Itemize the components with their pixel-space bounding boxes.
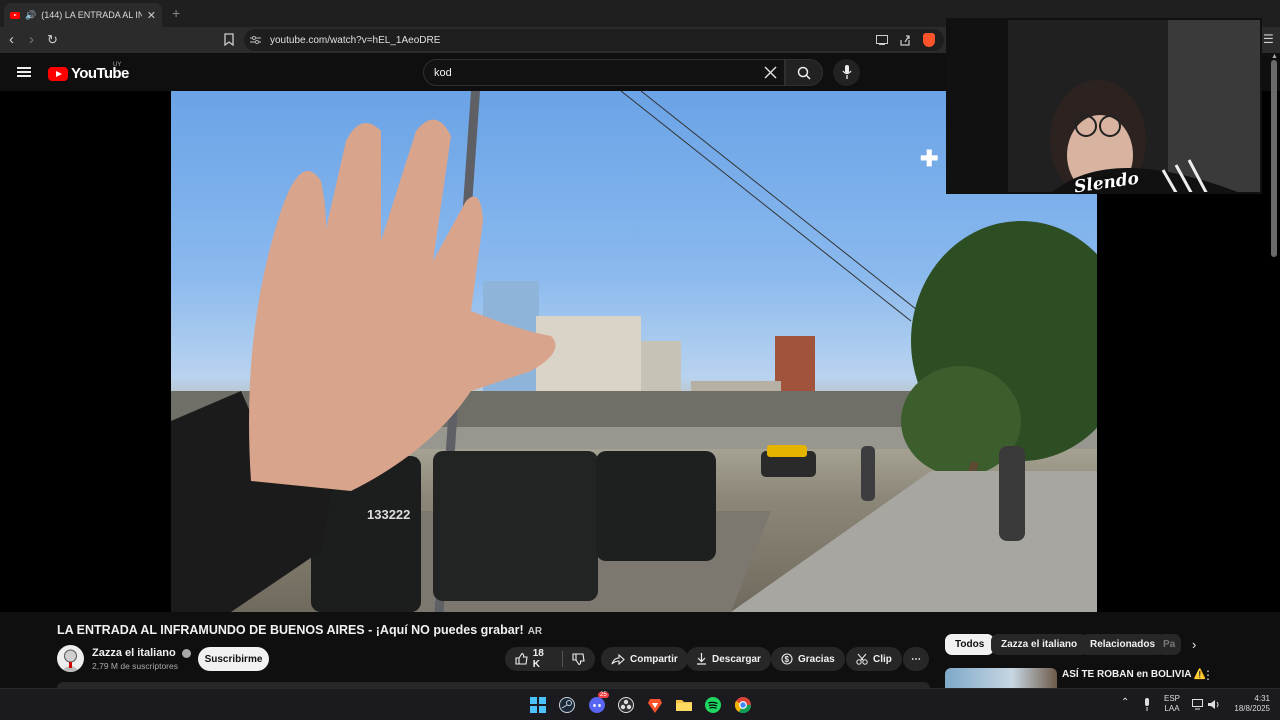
- input-language[interactable]: ESP LAA: [1164, 694, 1180, 714]
- thanks-label: Gracias: [798, 653, 835, 665]
- tray-overflow-icon[interactable]: ⌃: [1121, 697, 1129, 708]
- chrome-icon[interactable]: [735, 697, 751, 713]
- recommended-more-icon[interactable]: ⋮: [1202, 668, 1214, 682]
- subscriber-count: 2,79 M de suscriptores: [92, 661, 178, 671]
- chips-next-icon[interactable]: ›: [1192, 637, 1196, 652]
- chip-todos[interactable]: Todos: [945, 634, 995, 655]
- thanks-button[interactable]: $ Gracias: [771, 647, 845, 671]
- cast-icon[interactable]: [876, 35, 888, 45]
- video-title-text: LA ENTRADA AL INFRAMUNDO DE BUENOS AIRES…: [57, 623, 524, 637]
- search-icon: [797, 66, 811, 80]
- more-actions-icon: ⋯: [911, 653, 921, 665]
- share-page-icon[interactable]: [899, 34, 911, 46]
- tray-microphone-icon[interactable]: [1143, 698, 1151, 711]
- bookmark-icon[interactable]: [224, 33, 234, 46]
- windows-taskbar: 25 ⌃ ESP LAA 4:31 18/8/2025: [0, 688, 1280, 720]
- address-bar[interactable]: youtube.com/watch?v=hEL_1AeoDRE: [244, 29, 944, 51]
- discord-badge: 25: [598, 692, 609, 698]
- voice-search-button[interactable]: [833, 59, 860, 86]
- download-label: Descargar: [712, 653, 761, 665]
- crosshair-plus-icon: ✚: [920, 146, 939, 171]
- clear-search-icon[interactable]: [764, 66, 777, 79]
- file-explorer-icon[interactable]: [676, 697, 692, 713]
- url-text: youtube.com/watch?v=hEL_1AeoDRE: [270, 34, 441, 46]
- obs-icon[interactable]: [618, 697, 634, 713]
- brave-shields-icon[interactable]: [923, 33, 935, 47]
- new-tab-button[interactable]: +: [172, 5, 180, 21]
- volume-icon[interactable]: [1208, 699, 1220, 710]
- more-actions-button[interactable]: ⋯: [903, 647, 929, 671]
- site-settings-icon[interactable]: [250, 35, 261, 45]
- language-code: ESP: [1164, 694, 1181, 703]
- hamburger-menu-icon[interactable]: [17, 67, 31, 77]
- microphone-icon: [842, 65, 852, 79]
- channel-avatar-image: [61, 649, 80, 672]
- webcam-image: [948, 20, 1260, 192]
- country-code: UY: [113, 62, 122, 68]
- clip-button[interactable]: Clip: [846, 647, 902, 671]
- like-count: 18 K: [532, 648, 544, 670]
- webcam-overlay: [946, 18, 1262, 194]
- share-label: Compartir: [630, 653, 678, 665]
- channel-name[interactable]: Zazza el italiano: [92, 647, 191, 659]
- svg-text:$: $: [785, 655, 790, 664]
- share-button[interactable]: Compartir: [601, 647, 688, 671]
- thanks-dollar-icon: $: [781, 653, 793, 665]
- recommended-thumbnail[interactable]: [945, 668, 1057, 690]
- thumbs-down-icon[interactable]: [572, 653, 585, 665]
- spotify-icon[interactable]: [705, 697, 721, 713]
- youtube-play-logo-icon: [48, 66, 68, 81]
- clock-time: 4:31: [1254, 694, 1270, 703]
- browser-tab[interactable]: 🔊 (144) LA ENTRADA AL INFRAMUNDO ✕: [4, 3, 162, 27]
- subscribe-button[interactable]: Suscribirme: [198, 647, 269, 671]
- search-button[interactable]: [785, 59, 823, 86]
- brave-icon[interactable]: [647, 697, 663, 713]
- channel-avatar[interactable]: [57, 645, 84, 672]
- clip-label: Clip: [873, 653, 892, 665]
- video-title: LA ENTRADA AL INFRAMUNDO DE BUENOS AIRES…: [57, 623, 542, 637]
- download-button[interactable]: Descargar: [686, 647, 771, 671]
- back-icon[interactable]: ‹: [9, 31, 14, 49]
- reload-icon[interactable]: ↻: [47, 31, 58, 49]
- divider: [562, 651, 564, 667]
- close-tab-icon[interactable]: ✕: [147, 9, 156, 22]
- youtube-favicon-icon: [10, 11, 20, 19]
- forward-icon[interactable]: ›: [29, 31, 34, 49]
- page-scrollbar[interactable]: [1271, 60, 1277, 257]
- chip-channel[interactable]: Zazza el italiano: [991, 634, 1088, 655]
- steam-icon[interactable]: [559, 697, 575, 713]
- verified-icon: [181, 648, 191, 658]
- scroll-up-icon[interactable]: ▲: [1271, 53, 1278, 60]
- menu-icon[interactable]: ☰: [1263, 30, 1274, 48]
- download-icon: [697, 653, 706, 665]
- channel-name-text: Zazza el italiano: [92, 647, 176, 659]
- chip-partial[interactable]: Pa: [1157, 634, 1181, 655]
- share-arrow-icon: [611, 653, 625, 665]
- bin-number-text: 133222: [367, 507, 410, 522]
- keyboard-layout: LAA: [1164, 704, 1180, 713]
- clock-date: 18/8/2025: [1234, 704, 1270, 713]
- recommended-title[interactable]: ASÍ TE ROBAN en BOLIVIA ⚠️: [1062, 669, 1206, 680]
- windows-start-icon[interactable]: [530, 697, 546, 713]
- discord-icon[interactable]: 25: [589, 692, 609, 713]
- speaker-icon[interactable]: 🔊: [25, 10, 36, 21]
- country-badge: AR: [527, 626, 543, 637]
- chip-related[interactable]: Relacionados: [1080, 634, 1166, 655]
- like-button[interactable]: 18 K: [515, 648, 553, 670]
- network-icon[interactable]: [1192, 699, 1204, 710]
- clock[interactable]: 4:31 18/8/2025: [1226, 694, 1270, 714]
- scissors-icon: [856, 653, 868, 665]
- search-input-value: kod: [434, 66, 452, 79]
- thumbs-up-icon: [515, 653, 528, 665]
- tab-title: (144) LA ENTRADA AL INFRAMUNDO: [41, 10, 142, 20]
- search-input[interactable]: kod: [423, 59, 785, 86]
- like-dislike-group: 18 K: [505, 647, 595, 671]
